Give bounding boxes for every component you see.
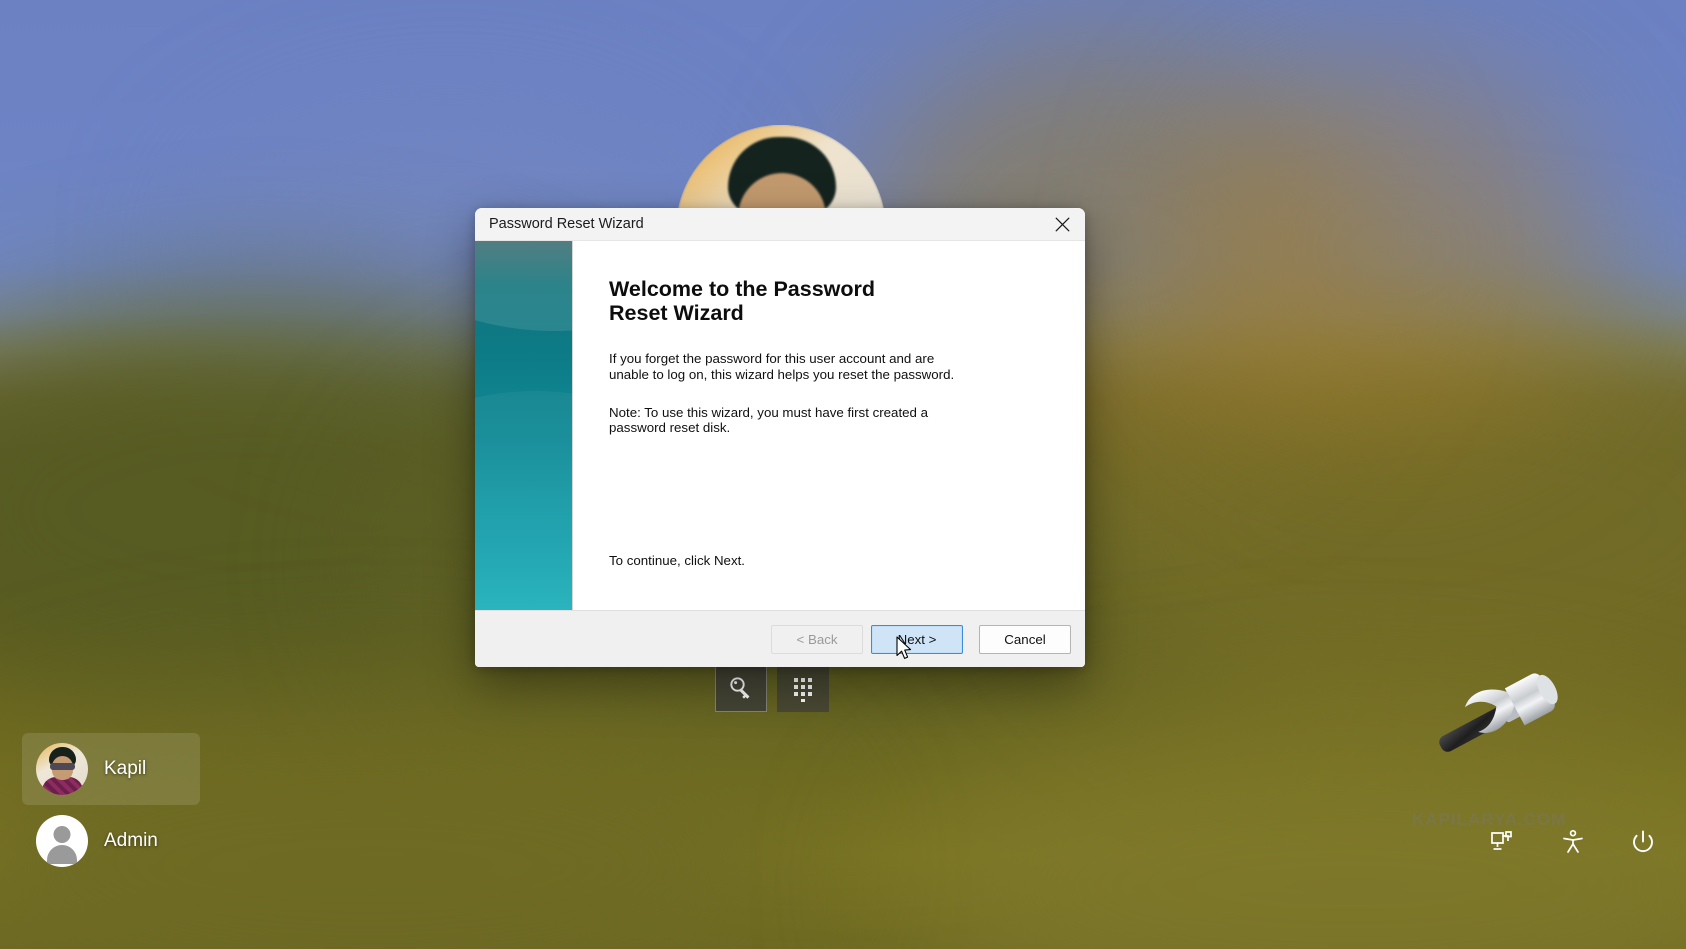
login-system-icons (1488, 827, 1658, 857)
dialog-button-bar: < Back Next > Cancel (475, 611, 1085, 667)
background-blur-patch (1180, 60, 1600, 440)
hammer-icon (1400, 655, 1580, 785)
back-button[interactable]: < Back (771, 624, 863, 654)
user-tile-kapil[interactable]: Kapil (22, 733, 200, 805)
power-icon (1633, 830, 1653, 852)
wizard-content: Welcome to the Password Reset Wizard If … (573, 241, 1085, 610)
user-tile-admin[interactable]: Admin (22, 805, 200, 877)
user-account-list: Kapil Admin (22, 733, 322, 877)
dialog-titlebar: Password Reset Wizard (475, 208, 1085, 241)
wizard-continue-text: To continue, click Next. (609, 553, 745, 568)
ease-of-access-button[interactable] (1558, 827, 1588, 857)
close-icon (1055, 217, 1069, 231)
keypad-grid-icon (794, 678, 812, 702)
next-button[interactable]: Next > (871, 624, 963, 654)
ease-of-access-icon (1563, 829, 1583, 853)
user-name-label: Admin (104, 830, 158, 851)
cancel-button[interactable]: Cancel (979, 624, 1071, 654)
power-button[interactable] (1628, 827, 1658, 857)
login-screen-background: Kapil Admin KAPILARYA.COM Password Reset… (0, 0, 1686, 949)
signin-method-bar (715, 664, 829, 712)
wizard-heading: Welcome to the Password Reset Wizard (609, 277, 876, 326)
signin-method-password-button[interactable] (715, 664, 767, 712)
wizard-paragraph-2: Note: To use this wizard, you must have … (609, 404, 929, 436)
background-blur-patch (1050, 300, 1686, 740)
wizard-paragraph-1: If you forget the password for this user… (609, 351, 955, 382)
key-icon (730, 677, 750, 699)
close-button[interactable] (1039, 208, 1085, 241)
avatar (36, 743, 88, 795)
network-button[interactable] (1488, 827, 1518, 857)
network-icon (1491, 831, 1512, 850)
password-reset-wizard-dialog: Password Reset Wizard Welcome to the Pas… (475, 208, 1085, 667)
avatar (36, 815, 88, 867)
dialog-title: Password Reset Wizard (489, 216, 644, 232)
wizard-banner-graphic (475, 241, 573, 610)
user-name-label: Kapil (104, 758, 147, 779)
dialog-body: Welcome to the Password Reset Wizard If … (475, 241, 1085, 611)
signin-method-pin-button[interactable] (777, 664, 829, 712)
